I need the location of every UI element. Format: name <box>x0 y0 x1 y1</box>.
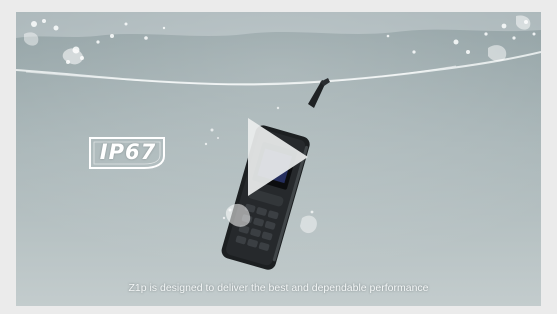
page-frame: IP67 Z1p is designed to deliver the best… <box>0 0 557 314</box>
play-icon[interactable] <box>246 116 310 198</box>
video-player[interactable]: IP67 Z1p is designed to deliver the best… <box>16 12 541 306</box>
video-caption: Z1p is designed to deliver the best and … <box>128 282 429 294</box>
ip67-badge-label: IP67 <box>99 140 157 164</box>
